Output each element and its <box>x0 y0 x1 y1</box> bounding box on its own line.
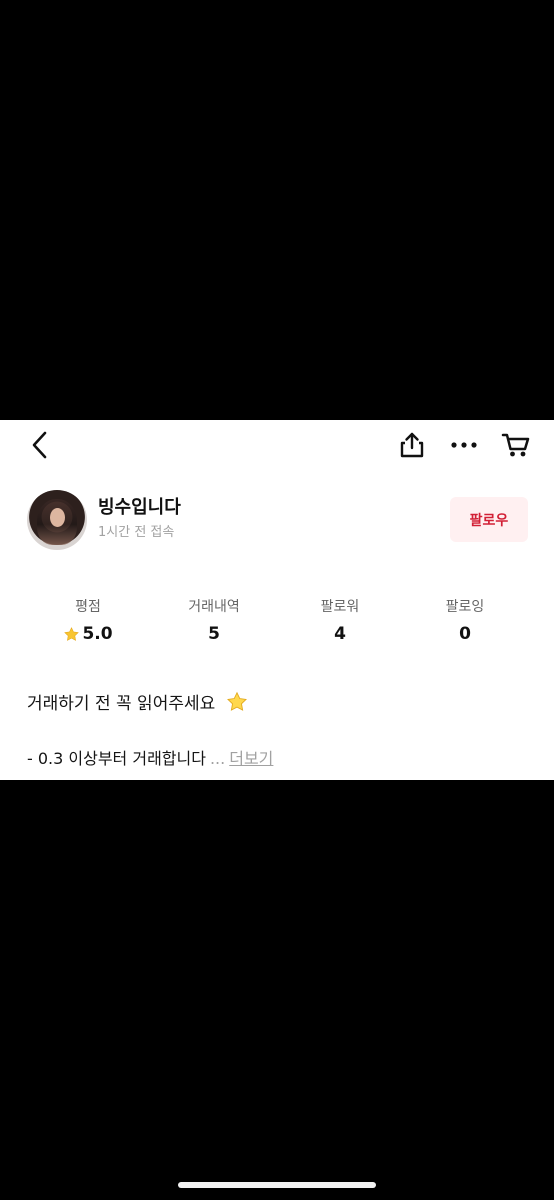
profile-panel: 빙수입니다 1시간 전 접속 팔로우 평점 5.0 거래내역 5 팔로워 4 팔… <box>0 420 554 780</box>
followers-stat[interactable]: 팔로워 4 <box>290 598 390 644</box>
avatar[interactable] <box>27 490 87 550</box>
chevron-left-icon <box>32 431 47 459</box>
stat-label: 팔로잉 <box>445 599 485 615</box>
last-seen-status: 1시간 전 접속 <box>98 525 175 540</box>
follow-button[interactable]: 팔로우 <box>450 497 528 542</box>
intro-title-text: 거래하기 전 꼭 읽어주세요 <box>27 694 216 714</box>
intro-title: 거래하기 전 꼭 읽어주세요 <box>27 691 248 715</box>
stat-value-text: 5.0 <box>82 624 113 644</box>
rating-value: 5.0 <box>38 624 138 644</box>
cart-button[interactable] <box>498 428 534 462</box>
stat-value: 0 <box>459 624 471 644</box>
home-indicator <box>178 1182 376 1188</box>
stat-label: 팔로워 <box>320 599 360 615</box>
ellipsis-icon <box>451 442 477 448</box>
more-options-button[interactable] <box>446 428 482 462</box>
read-more-link[interactable]: 더보기 <box>229 749 273 768</box>
star-icon <box>64 626 80 641</box>
following-stat[interactable]: 팔로잉 0 <box>415 598 515 644</box>
avatar-face <box>50 508 65 527</box>
rating-stat[interactable]: 평점 5.0 <box>38 598 138 644</box>
truncation-ellipsis: ... <box>209 749 226 768</box>
stat-label: 거래내역 <box>188 599 240 615</box>
cart-icon <box>501 433 530 457</box>
share-button[interactable] <box>394 428 430 462</box>
back-button[interactable] <box>22 428 58 462</box>
stat-value: 4 <box>334 624 346 644</box>
intro-detail: - 0.3 이상부터 거래합니다... 더보기 <box>27 749 273 769</box>
star-emoji-icon <box>226 691 247 711</box>
username: 빙수입니다 <box>98 497 181 518</box>
stat-label: 평점 <box>75 599 101 615</box>
transactions-stat[interactable]: 거래내역 5 <box>164 598 264 644</box>
share-icon <box>400 432 424 458</box>
stat-value: 5 <box>208 624 220 644</box>
intro-detail-text: - 0.3 이상부터 거래합니다 <box>27 749 206 768</box>
